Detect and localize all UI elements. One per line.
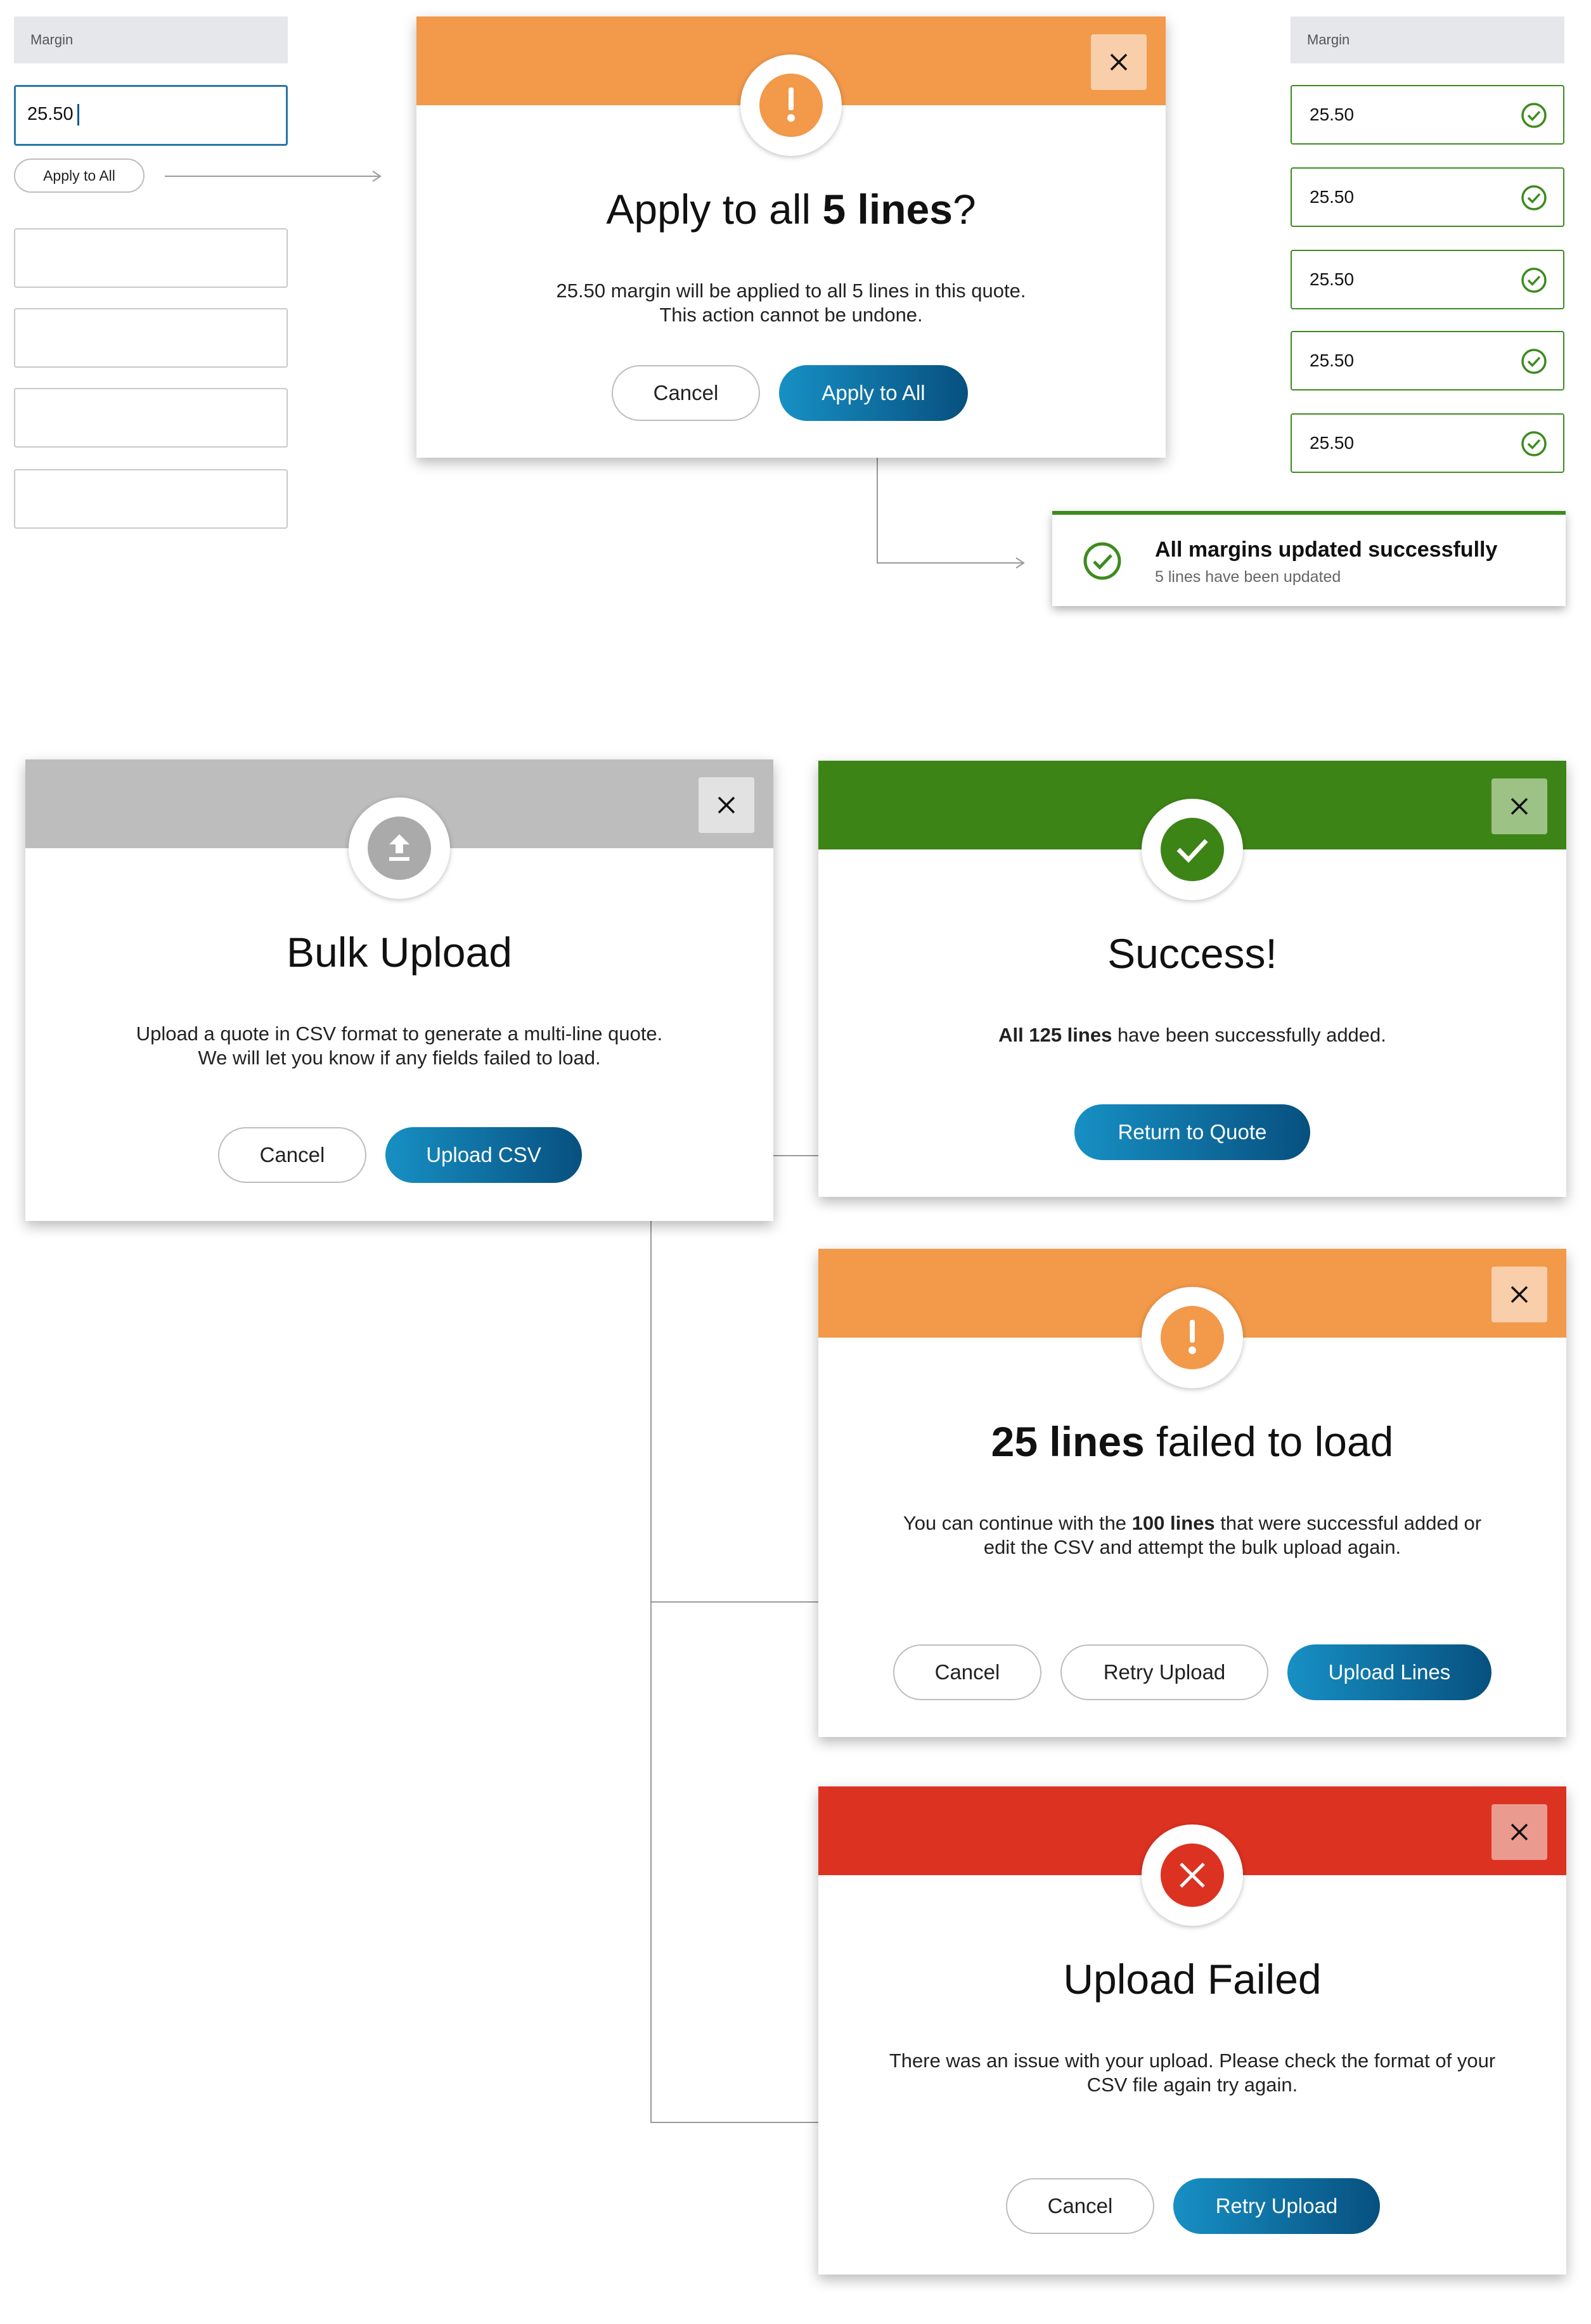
close-button[interactable] bbox=[1491, 778, 1547, 834]
margin-label: Margin bbox=[1291, 16, 1564, 63]
margin-input-empty[interactable] bbox=[14, 228, 288, 288]
check-circle-icon bbox=[1521, 185, 1547, 210]
modal-body: 25.50 margin will be applied to all 5 li… bbox=[556, 280, 1026, 326]
close-button[interactable] bbox=[699, 777, 754, 833]
cancel-button[interactable]: Cancel bbox=[1006, 2178, 1154, 2234]
apply-to-all-confirm-button[interactable]: Apply to All bbox=[779, 365, 968, 421]
success-badge bbox=[1142, 799, 1243, 900]
modal-body: You can continue with the 100 lines that… bbox=[903, 1512, 1482, 1558]
margin-input-validated[interactable]: 25.50 bbox=[1291, 85, 1564, 145]
modal-title: Apply to all 5 lines? bbox=[606, 186, 976, 233]
margin-input-empty[interactable] bbox=[14, 388, 288, 448]
close-icon bbox=[1110, 53, 1128, 71]
margin-input-empty[interactable] bbox=[14, 469, 288, 529]
margin-value: 25.50 bbox=[1310, 433, 1355, 453]
upload-icon bbox=[389, 834, 409, 861]
error-badge bbox=[1142, 1824, 1243, 1926]
text-caret bbox=[77, 104, 79, 126]
alert-icon bbox=[787, 87, 795, 122]
apply-to-all-button[interactable]: Apply to All bbox=[14, 158, 145, 193]
cancel-button[interactable]: Cancel bbox=[893, 1644, 1041, 1700]
modal-title: Bulk Upload bbox=[287, 929, 512, 976]
margin-input[interactable]: 25.50 bbox=[14, 85, 288, 146]
retry-upload-button[interactable]: Retry Upload bbox=[1060, 1644, 1268, 1700]
upload-badge bbox=[349, 797, 450, 899]
bulk-upload-modal: Bulk Upload Upload a quote in CSV format… bbox=[25, 759, 773, 1221]
margin-input-validated[interactable]: 25.50 bbox=[1291, 413, 1564, 473]
modal-body: All 125 lines have been successfully add… bbox=[998, 1024, 1386, 1046]
success-toast: All margins updated successfully 5 lines… bbox=[1052, 511, 1566, 606]
toast-subtitle: 5 lines have been updated bbox=[1155, 568, 1341, 586]
modal-title: Success! bbox=[1107, 930, 1277, 977]
modal-title: Upload Failed bbox=[1063, 1956, 1322, 2003]
check-icon bbox=[1176, 839, 1208, 863]
margin-input-validated[interactable]: 25.50 bbox=[1291, 331, 1564, 391]
return-to-quote-button[interactable]: Return to Quote bbox=[1074, 1104, 1310, 1160]
toast-title: All margins updated successfully bbox=[1155, 538, 1498, 562]
check-circle-icon bbox=[1521, 349, 1547, 374]
margin-input-value: 25.50 bbox=[27, 104, 74, 124]
partial-failure-modal: 25 lines failed to load You can continue… bbox=[818, 1249, 1566, 1737]
modal-body: There was an issue with your upload. Ple… bbox=[889, 2050, 1496, 2096]
check-circle-icon bbox=[1083, 542, 1121, 580]
margin-value: 25.50 bbox=[1310, 105, 1355, 124]
margin-input-validated[interactable]: 25.50 bbox=[1291, 167, 1564, 227]
cancel-button[interactable]: Cancel bbox=[218, 1127, 366, 1183]
margin-input-validated[interactable]: 25.50 bbox=[1291, 250, 1564, 309]
modal-title: 25 lines failed to load bbox=[991, 1418, 1394, 1465]
close-button[interactable] bbox=[1491, 1804, 1547, 1860]
close-icon bbox=[1510, 1286, 1528, 1303]
margin-value: 25.50 bbox=[1310, 187, 1355, 207]
margin-label: Margin bbox=[14, 16, 288, 63]
check-circle-icon bbox=[1521, 268, 1547, 293]
alert-icon bbox=[1188, 1320, 1196, 1354]
upload-csv-button[interactable]: Upload CSV bbox=[385, 1127, 582, 1183]
apply-confirm-modal: Apply to all 5 lines? 25.50 margin will … bbox=[416, 16, 1166, 458]
upload-lines-button[interactable]: Upload Lines bbox=[1287, 1644, 1491, 1700]
alert-badge bbox=[1142, 1287, 1243, 1388]
margin-input-empty[interactable] bbox=[14, 308, 288, 368]
close-icon bbox=[1510, 797, 1528, 815]
retry-upload-button[interactable]: Retry Upload bbox=[1173, 2178, 1380, 2234]
close-button[interactable] bbox=[1091, 34, 1147, 90]
margin-value: 25.50 bbox=[1310, 351, 1355, 370]
close-icon bbox=[718, 796, 735, 814]
alert-badge bbox=[740, 55, 842, 156]
success-modal: Success! All 125 lines have been success… bbox=[818, 761, 1566, 1197]
check-circle-icon bbox=[1521, 431, 1547, 456]
cancel-button[interactable]: Cancel bbox=[612, 365, 760, 421]
close-button[interactable] bbox=[1491, 1267, 1547, 1322]
modal-body: Upload a quote in CSV format to generate… bbox=[136, 1023, 663, 1069]
close-icon bbox=[1510, 1823, 1528, 1841]
x-icon bbox=[1180, 1862, 1205, 1888]
check-circle-icon bbox=[1521, 103, 1547, 128]
margin-value: 25.50 bbox=[1310, 269, 1355, 289]
upload-failed-modal: Upload Failed There was an issue with yo… bbox=[818, 1786, 1566, 2275]
